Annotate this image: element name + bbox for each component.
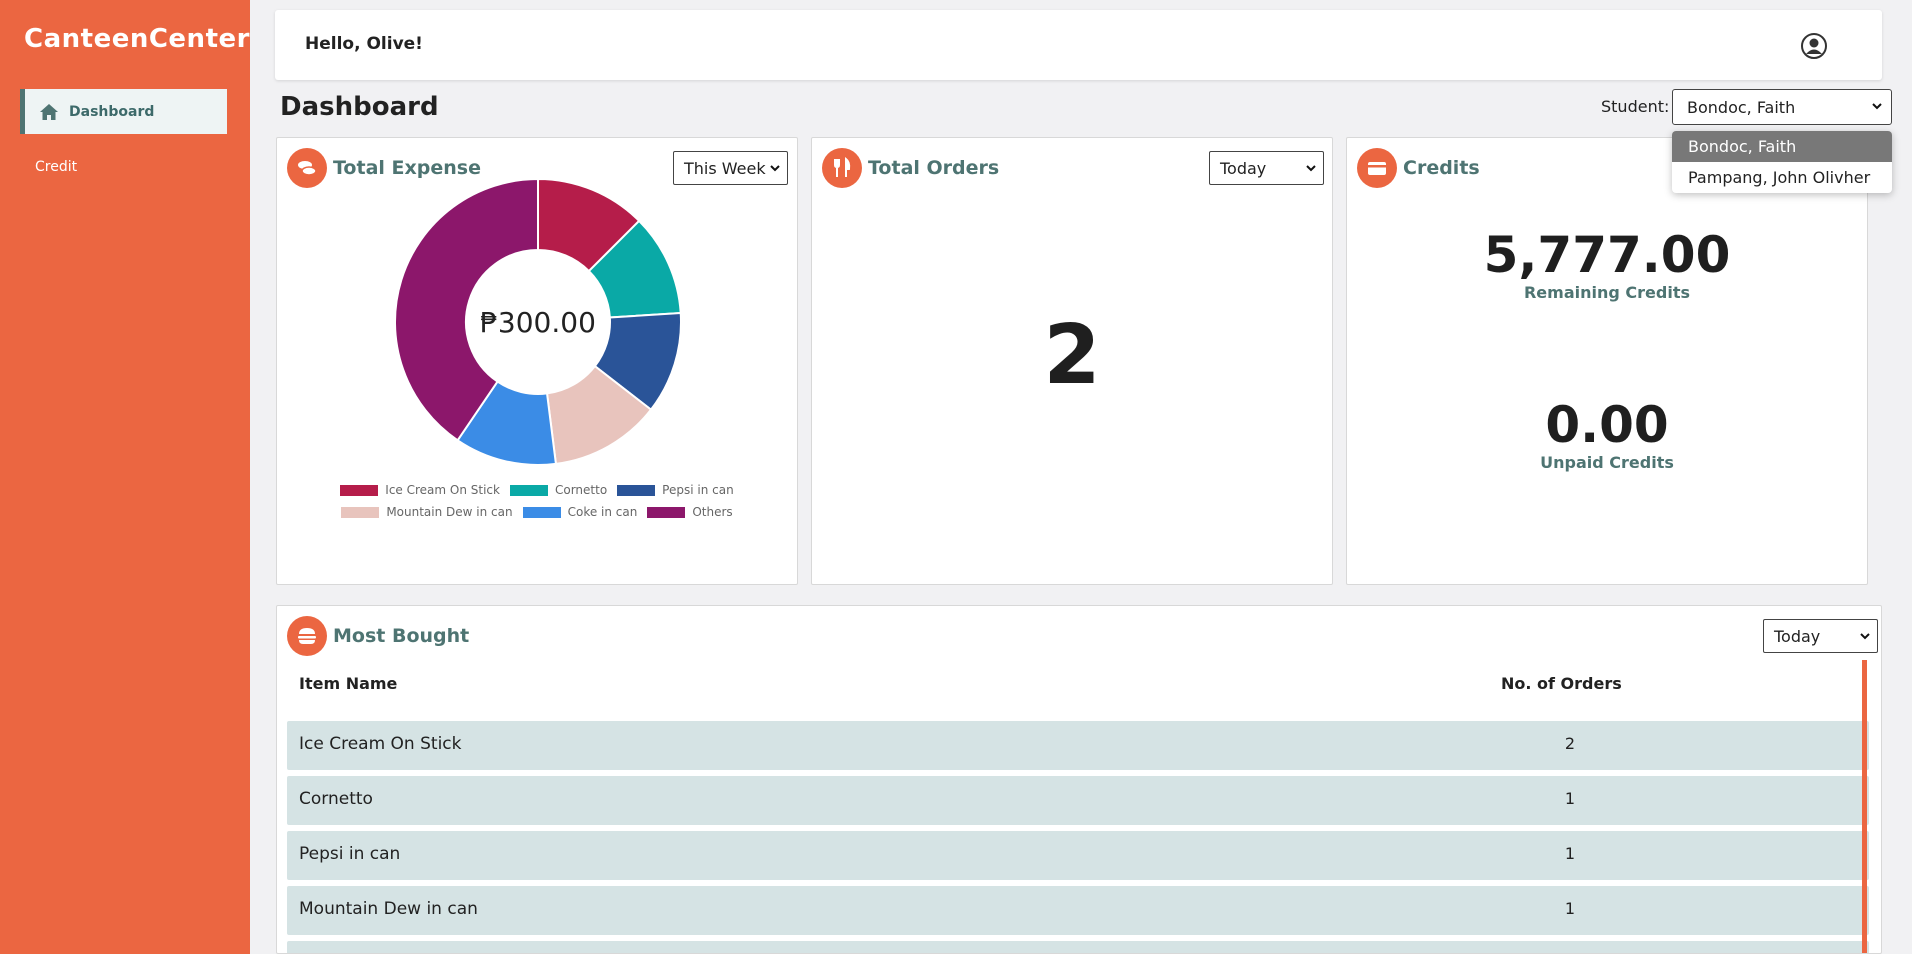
- table-row: [287, 941, 1869, 953]
- sidebar-item-dashboard[interactable]: Dashboard: [20, 89, 227, 134]
- legend-label: Mountain Dew in can: [386, 505, 513, 519]
- legend-item: Pepsi in can: [617, 483, 734, 497]
- student-dropdown-menu: Bondoc, Faith Pampang, John Olivher: [1672, 131, 1892, 193]
- sidebar-item-label: Credit: [35, 158, 78, 175]
- period-value: Today: [1220, 158, 1267, 178]
- column-header-item-name: Item Name: [299, 674, 398, 693]
- card-title: Total Orders: [868, 157, 1000, 179]
- legend-label: Coke in can: [567, 505, 638, 519]
- legend-swatch: [522, 506, 561, 518]
- student-select[interactable]: Bondoc, Faith: [1672, 89, 1892, 125]
- page-title: Dashboard: [280, 92, 439, 122]
- remaining-credits-value: 5,777.00: [1483, 226, 1731, 284]
- remaining-credits-label: Remaining Credits: [1523, 283, 1690, 302]
- legend-item: Cornetto: [509, 483, 608, 497]
- user-account-icon[interactable]: [1800, 32, 1828, 60]
- chevron-down-icon: [1860, 633, 1870, 640]
- chevron-down-icon: [1306, 165, 1316, 172]
- most-bought-card: Most Bought Today Item Name No. of Order…: [276, 605, 1882, 954]
- student-select-value: Bondoc, Faith: [1687, 97, 1796, 117]
- sidebar-item-label: Dashboard: [69, 103, 155, 120]
- item-name: Pepsi in can: [299, 844, 401, 864]
- credits-card: Credits 5,777.00 Remaining Credits 0.00 …: [1346, 137, 1868, 585]
- utensils-icon: [822, 148, 862, 188]
- item-name: Mountain Dew in can: [299, 899, 478, 919]
- legend-swatch: [617, 484, 656, 496]
- expense-donut-chart: ₱300.00: [394, 178, 682, 466]
- legend-swatch: [647, 506, 686, 518]
- burger-icon: [287, 616, 327, 656]
- legend-item: Coke in can: [522, 505, 638, 519]
- period-value: This Week: [684, 158, 766, 178]
- table-row: Ice Cream On Stick 2: [287, 721, 1869, 770]
- legend-swatch: [341, 506, 380, 518]
- legend-swatch: [509, 484, 548, 496]
- greeting-text: Hello, Olive!: [305, 34, 423, 54]
- legend-item: Mountain Dew in can: [341, 505, 513, 519]
- unpaid-credits-label: Unpaid Credits: [1540, 453, 1674, 472]
- total-orders-count: 2: [1043, 308, 1101, 403]
- orders-period-select[interactable]: Today: [1209, 151, 1324, 185]
- table-row: Cornetto 1: [287, 776, 1869, 825]
- item-name: Ice Cream On Stick: [299, 734, 462, 754]
- total-expense-card: Total Expense This Week ₱300.00 Ice Crea…: [276, 137, 798, 585]
- card-title: Most Bought: [333, 625, 470, 647]
- legend-label: Ice Cream On Stick: [385, 483, 500, 497]
- student-option[interactable]: Bondoc, Faith: [1672, 131, 1892, 162]
- order-count: 1: [1564, 789, 1576, 808]
- donut-center-total: ₱300.00: [480, 306, 596, 339]
- legend-item: Ice Cream On Stick: [340, 483, 500, 497]
- order-count: 1: [1564, 899, 1576, 918]
- legend-label: Others: [692, 505, 733, 519]
- card-title: Total Expense: [333, 157, 481, 179]
- chevron-down-icon: [1872, 103, 1882, 110]
- table-row: Pepsi in can 1: [287, 831, 1869, 880]
- card-title: Credits: [1403, 157, 1480, 179]
- brand-logo: CanteenCenter: [24, 24, 250, 54]
- card-icon: [1357, 148, 1397, 188]
- item-name: Cornetto: [299, 789, 373, 809]
- chart-legend-row-2: Mountain Dew in can Coke in can Others: [277, 505, 797, 519]
- column-header-orders: No. of Orders: [1501, 674, 1622, 693]
- legend-swatch: [340, 484, 379, 496]
- student-label: Student:: [1601, 97, 1670, 116]
- top-header: Hello, Olive!: [275, 10, 1882, 80]
- table-row: Mountain Dew in can 1: [287, 886, 1869, 935]
- legend-item: Others: [647, 505, 733, 519]
- legend-label: Pepsi in can: [662, 483, 734, 497]
- order-count: 2: [1564, 734, 1576, 753]
- most-bought-period-select[interactable]: Today: [1763, 619, 1878, 653]
- total-orders-card: Total Orders Today 2: [811, 137, 1333, 585]
- home-icon: [39, 102, 59, 122]
- student-option[interactable]: Pampang, John Olivher: [1672, 162, 1892, 193]
- legend-label: Cornetto: [554, 483, 608, 497]
- table-scrollbar[interactable]: [1862, 660, 1867, 953]
- chevron-down-icon: [770, 165, 780, 172]
- chart-legend-row-1: Ice Cream On Stick Cornetto Pepsi in can: [277, 483, 797, 497]
- unpaid-credits-value: 0.00: [1545, 396, 1669, 454]
- sidebar: CanteenCenter Dashboard Credit: [0, 0, 250, 954]
- order-count: 1: [1564, 844, 1576, 863]
- period-value: Today: [1774, 626, 1821, 646]
- sidebar-item-credit[interactable]: Credit: [20, 144, 227, 189]
